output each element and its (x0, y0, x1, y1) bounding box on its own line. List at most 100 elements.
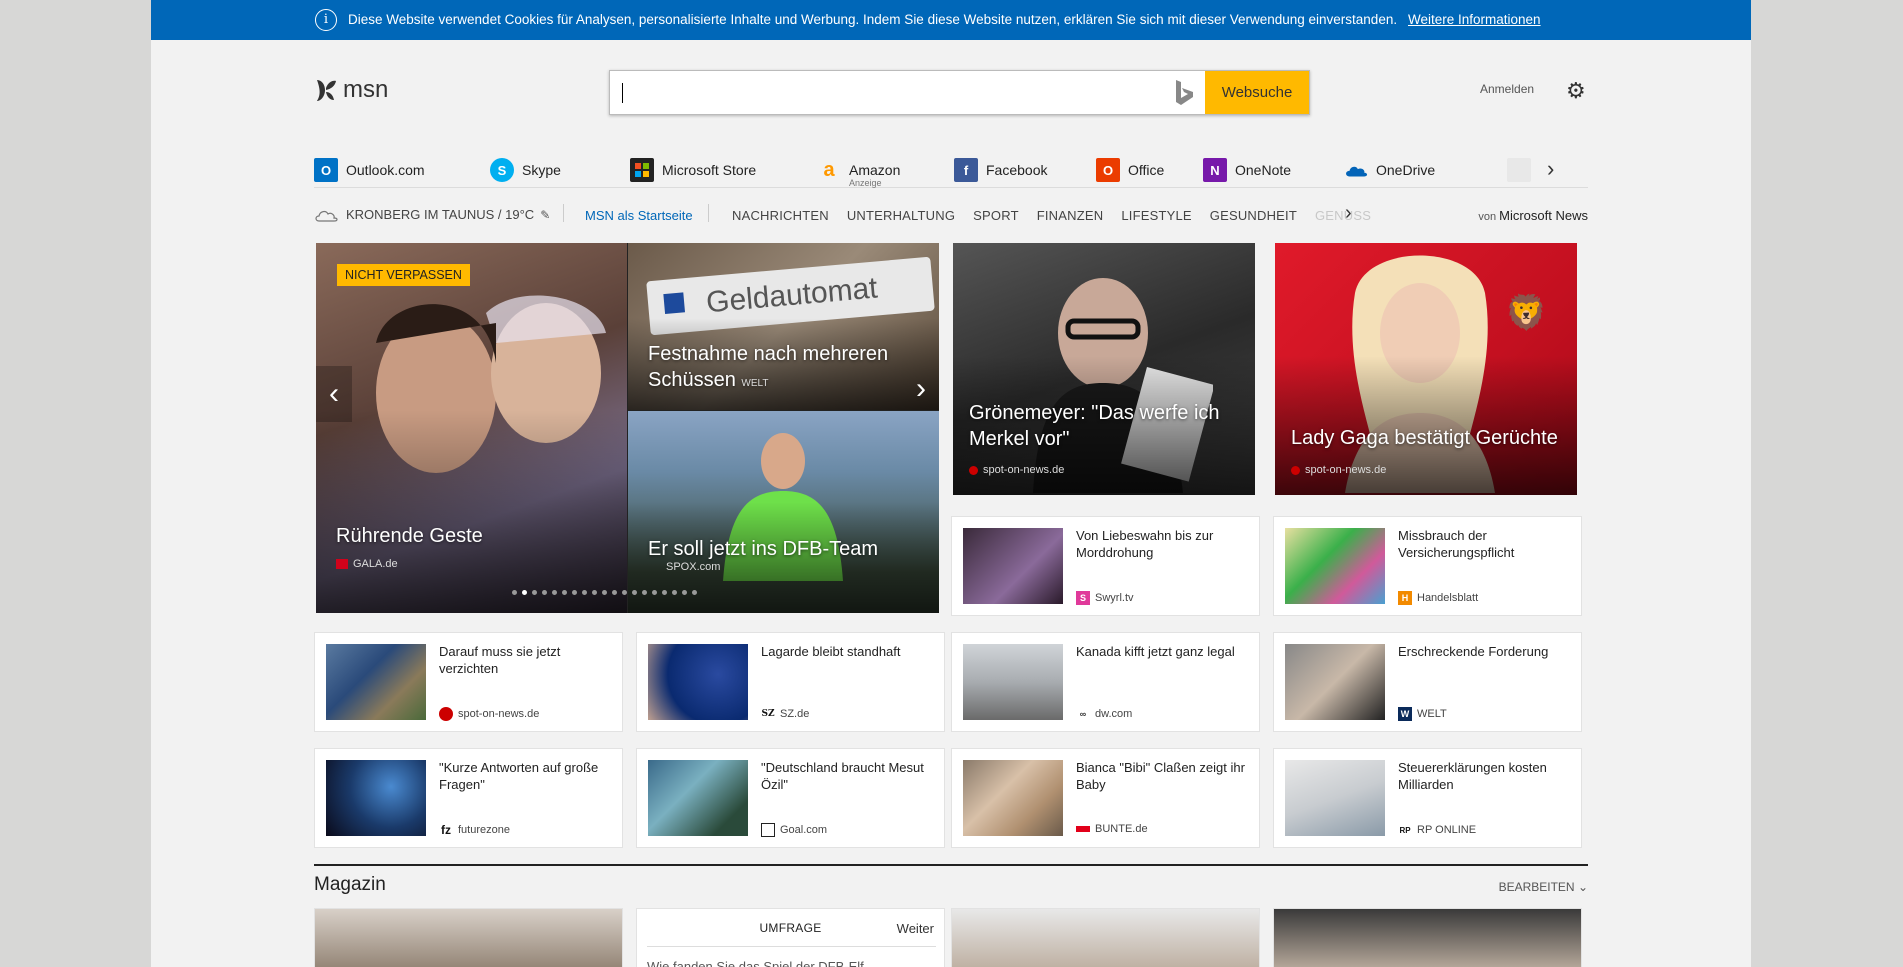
quicklink-faded[interactable] (1507, 156, 1531, 184)
carousel-dot[interactable] (662, 590, 667, 595)
quicklink-outlook[interactable]: O Outlook.com (314, 156, 425, 184)
news-card[interactable]: "Kurze Antworten auf große Fragen" fz fut… (314, 748, 623, 848)
nav-item-unterhaltung[interactable]: UNTERHALTUNG (847, 208, 955, 223)
big-tile-title: Grönemeyer: "Das werfe ich Merkel vor" (969, 402, 1220, 450)
carousel-dot[interactable] (622, 590, 627, 595)
sz-icon: SZ (761, 707, 775, 721)
news-card[interactable]: Missbrauch der Versicherungspflicht H Han… (1273, 516, 1582, 616)
news-card[interactable]: Kanada kifft jetzt ganz legal ∞ dw.com (951, 632, 1260, 732)
carousel-dot[interactable] (552, 590, 557, 595)
weather-widget[interactable]: KRONBERG IM TAUNUS / 19°C ✎ (314, 207, 550, 222)
chevron-right-icon[interactable]: › (1345, 202, 1352, 225)
news-thumbnail (648, 644, 748, 720)
news-card[interactable]: Steuererklärungen kosten Milliarden RP RP… (1273, 748, 1582, 848)
big-tile-lady-gaga[interactable]: 🦁 Lady Gaga bestätigt Gerüchte spot-on-n… (1275, 243, 1577, 495)
carousel-dot[interactable] (572, 590, 577, 595)
set-homepage-link[interactable]: MSN als Startseite (585, 208, 693, 223)
msn-logo[interactable]: msn (314, 75, 388, 105)
quicklink-onedrive[interactable]: OneDrive (1344, 156, 1435, 184)
carousel-dot[interactable] (542, 590, 547, 595)
msn-page: i Diese Website verwendet Cookies für An… (151, 0, 1751, 967)
web-search-button[interactable]: Websuche (1205, 71, 1309, 114)
hero-main-source: GALA.de (336, 558, 398, 570)
poll-next-link[interactable]: Weiter (897, 921, 934, 936)
big-tile-groenemeyer[interactable]: Grönemeyer: "Das werfe ich Merkel vor" s… (953, 243, 1255, 495)
carousel-prev-arrow[interactable]: ‹ (316, 366, 352, 422)
carousel-next-arrow[interactable]: › (903, 361, 939, 417)
microsoft-news-credit[interactable]: von Microsoft News (1478, 208, 1588, 223)
big-tile-title: Lady Gaga bestätigt Gerüchte (1291, 427, 1558, 449)
hero-bottom-right-tile[interactable]: Er soll jetzt ins DFB-Team SPOX.com (628, 411, 939, 613)
nav-item-lifestyle[interactable]: LIFESTYLE (1121, 208, 1191, 223)
news-card[interactable]: Bianca "Bibi" Claßen zeigt ihr Baby BUNT… (951, 748, 1260, 848)
news-card[interactable]: Erschreckende Forderung W WELT (1273, 632, 1582, 732)
nav-item-genuss[interactable]: GENUSS (1315, 208, 1371, 223)
gear-icon[interactable]: ⚙ (1566, 80, 1588, 102)
carousel-dot[interactable] (682, 590, 687, 595)
carousel-dot[interactable] (522, 590, 527, 595)
carousel-dot[interactable] (562, 590, 567, 595)
section-divider (314, 864, 1588, 866)
msn-logo-text: msn (343, 76, 389, 103)
quicklink-label: OneNote (1235, 162, 1292, 178)
carousel-dot[interactable] (632, 590, 637, 595)
carousel-dot[interactable] (612, 590, 617, 595)
faded-app-icon (1507, 158, 1531, 182)
quicklink-skype[interactable]: S Skype (490, 156, 561, 184)
news-card[interactable]: Darauf muss sie jetzt verzichten spot-on… (314, 632, 623, 732)
category-nav: KRONBERG IM TAUNUS / 19°C ✎ MSN als Star… (314, 202, 1588, 230)
weather-text: KRONBERG IM TAUNUS / 19°C (346, 207, 535, 222)
hero-main-title: Rührende Geste (336, 525, 483, 547)
nav-item-gesundheit[interactable]: GESUNDHEIT (1210, 208, 1297, 223)
amazon-icon: a (823, 158, 835, 181)
spot-on-news-icon (1291, 465, 1300, 475)
carousel-dot[interactable] (642, 590, 647, 595)
news-card[interactable]: "Deutschland braucht Mesut Özil" Goal.co… (636, 748, 945, 848)
quicklink-office[interactable]: O Office (1096, 156, 1164, 184)
magazin-card[interactable] (1273, 908, 1582, 967)
carousel-dot[interactable] (602, 590, 607, 595)
magazin-card[interactable] (951, 908, 1260, 967)
news-thumbnail (1285, 528, 1385, 604)
quicklink-store[interactable]: Microsoft Store (630, 156, 756, 184)
news-headline: Darauf muss sie jetzt verzichten (439, 644, 561, 676)
carousel-dot[interactable] (512, 590, 517, 595)
nav-item-nachrichten[interactable]: NACHRICHTEN (732, 208, 829, 223)
carousel-dot[interactable] (692, 590, 697, 595)
quicklink-amazon[interactable]: a Amazon Anzeige (817, 156, 900, 189)
source-label: RP ONLINE (1417, 824, 1477, 836)
outlook-icon: O (314, 158, 338, 182)
cookie-more-link[interactable]: Weitere Informationen (1408, 12, 1541, 27)
edit-button[interactable]: BEARBEITEN ⌄ (1499, 880, 1588, 894)
news-headline: Kanada kifft jetzt ganz legal (1076, 644, 1235, 659)
carousel-dot[interactable] (652, 590, 657, 595)
news-card[interactable]: Von Liebeswahn bis zur Morddrohung S Swyr… (951, 516, 1260, 616)
cloud-icon (315, 210, 338, 222)
magazin-card[interactable] (314, 908, 623, 967)
carousel-dot[interactable] (532, 590, 537, 595)
hero-top-right-tile[interactable]: Geldautomat Festnahme nach mehreren Schü… (628, 243, 939, 410)
news-headline: Bianca "Bibi" Claßen zeigt ihr Baby (1076, 760, 1245, 792)
quicklink-label: Microsoft Store (662, 162, 757, 178)
hero-main-tile[interactable]: NICHT VERPASSEN Rührende Geste GALA.de (316, 243, 627, 613)
quicklink-onenote[interactable]: N OneNote (1203, 156, 1291, 184)
nav-item-sport[interactable]: SPORT (973, 208, 1019, 223)
news-source: RP RP ONLINE (1398, 823, 1476, 837)
carousel-dot[interactable] (592, 590, 597, 595)
source-label: Goal.com (780, 824, 828, 836)
carousel-dot[interactable] (582, 590, 587, 595)
source-label: spot-on-news.de (458, 708, 540, 720)
news-card[interactable]: Lagarde bleibt standhaft SZ SZ.de (636, 632, 945, 732)
chevron-right-icon[interactable]: › (1547, 156, 1554, 182)
news-source: W WELT (1398, 707, 1447, 721)
nav-item-finanzen[interactable]: FINANZEN (1037, 208, 1104, 223)
poll-card[interactable]: UMFRAGE Weiter Wie fanden Sie das Spiel … (636, 908, 945, 967)
carousel-dot[interactable] (672, 590, 677, 595)
news-source: Goal.com (761, 823, 827, 837)
swyrl-icon: S (1076, 591, 1090, 605)
search-box[interactable]: Websuche (609, 70, 1310, 115)
signin-link[interactable]: Anmelden (1480, 82, 1534, 96)
pencil-icon[interactable]: ✎ (540, 208, 550, 222)
carousel-dots (512, 590, 697, 595)
quicklink-facebook[interactable]: f Facebook (954, 156, 1047, 184)
